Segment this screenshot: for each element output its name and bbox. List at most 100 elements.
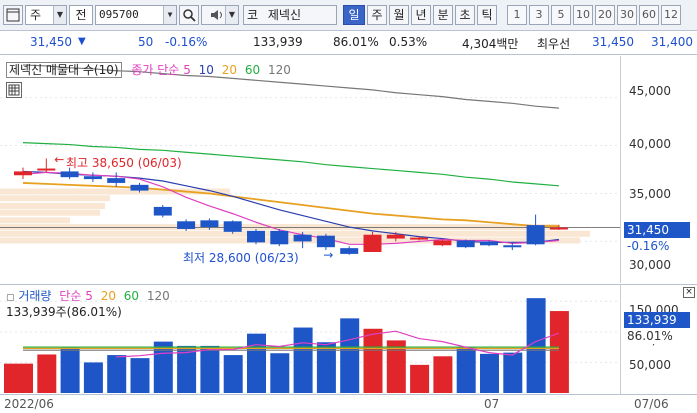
interval-button-5[interactable]: 5 xyxy=(551,5,571,25)
vol-ma60-legend[interactable]: 60 xyxy=(124,289,139,303)
search-button[interactable] xyxy=(179,5,199,25)
market-label: 주 xyxy=(30,8,42,22)
candle-body xyxy=(480,241,498,246)
period-tab-5[interactable]: 초 xyxy=(455,5,475,25)
candle-body xyxy=(293,234,312,242)
stock-name: 제넥신 xyxy=(267,8,301,22)
interval-button-3[interactable]: 3 xyxy=(529,5,549,25)
interval-button-30[interactable]: 30 xyxy=(617,5,637,25)
period-tab-label: 주 xyxy=(371,8,383,22)
ma10-legend[interactable]: 10 xyxy=(199,63,214,77)
volume-profile-bar xyxy=(0,217,70,224)
candle-body xyxy=(130,184,149,191)
quote-bar: 31,450 ▼ 50 -0.16% 133,939 86.01% 0.53% … xyxy=(0,31,697,55)
volume-profile-bar xyxy=(0,195,110,202)
volume-profile-legend[interactable]: 제넥신 매물대 수(10) xyxy=(6,62,122,78)
volume-bar xyxy=(37,354,57,393)
interval-label: 20 xyxy=(598,8,612,21)
type-label: 전 xyxy=(75,8,87,22)
volume-bar xyxy=(549,311,569,393)
volume-bar xyxy=(60,347,80,393)
candle-body xyxy=(549,227,568,230)
ma20-legend[interactable]: 20 xyxy=(222,63,237,77)
market-select[interactable]: 주 ▼ xyxy=(25,5,67,25)
interval-button-1[interactable]: 1 xyxy=(507,5,527,25)
sound-button[interactable]: ▼ xyxy=(201,5,239,25)
volume-legend-title[interactable]: 거래량 xyxy=(18,289,51,303)
interval-button-12[interactable]: 12 xyxy=(661,5,681,25)
date-axis[interactable]: 2022/06 07 07/06 xyxy=(0,394,697,413)
candle-body xyxy=(386,234,405,239)
volume-bar xyxy=(456,347,476,393)
candle-body xyxy=(433,240,452,246)
close-icon[interactable]: × xyxy=(683,287,695,298)
candle-body xyxy=(60,171,79,178)
volume-bar xyxy=(200,345,220,393)
ma-legend-label[interactable]: 종가 단순 xyxy=(131,63,179,77)
period-tab-label: 분 xyxy=(437,8,449,22)
ma120-legend[interactable]: 120 xyxy=(268,63,291,77)
vol-ma120-legend[interactable]: 120 xyxy=(147,289,170,303)
best-quote-label: 최우선 xyxy=(537,37,571,51)
ask-price: 31,450 xyxy=(592,35,634,49)
candle-body xyxy=(363,234,382,252)
volume-bar xyxy=(363,328,383,393)
volume-value: 133,939 xyxy=(253,35,303,49)
period-tab-label: 일 xyxy=(348,8,360,22)
volume-info: 133,939주(86.01%) xyxy=(6,305,122,319)
exchange-label: 코 xyxy=(247,8,259,22)
table-icon xyxy=(8,84,20,96)
period-tab-6[interactable]: 틱 xyxy=(477,5,497,25)
candle-body xyxy=(316,235,335,248)
candle-body xyxy=(153,206,172,216)
interval-label: 1 xyxy=(513,8,521,21)
period-tab-4[interactable]: 분 xyxy=(433,5,453,25)
interval-button-10[interactable]: 10 xyxy=(573,5,593,25)
period-tab-label: 년 xyxy=(415,8,427,22)
candle-body xyxy=(247,230,265,243)
interval-label: 30 xyxy=(620,8,634,21)
period-tab-label: 틱 xyxy=(481,8,493,22)
ma5-legend[interactable]: 5 xyxy=(183,63,191,77)
stock-name-field[interactable]: 코 제넥신 xyxy=(243,5,337,25)
ma60-legend[interactable]: 60 xyxy=(245,63,260,77)
interval-label: 5 xyxy=(557,8,565,21)
price-legend: 제넥신 매물대 수(10) 종가 단순 5 10 20 60 120 xyxy=(6,61,291,78)
type-button[interactable]: 전 xyxy=(69,5,93,25)
volume-bar xyxy=(503,352,523,393)
window-icon[interactable] xyxy=(3,5,23,25)
candle-body xyxy=(177,221,196,229)
period-tab-label: 초 xyxy=(459,8,471,22)
down-arrow-icon: ▼ xyxy=(78,36,86,47)
period-tab-0[interactable]: 일 xyxy=(343,5,365,25)
vol-ma20-legend[interactable]: 20 xyxy=(101,289,116,303)
interval-button-20[interactable]: 20 xyxy=(595,5,615,25)
current-price: 31,450 xyxy=(30,35,72,49)
volume-bar xyxy=(83,362,103,393)
candle-body xyxy=(223,221,242,232)
period-tab-2[interactable]: 월 xyxy=(389,5,409,25)
volume-ratio-tag: 86.01% xyxy=(624,328,690,344)
period-tab-1[interactable]: 주 xyxy=(367,5,387,25)
turnover-pct: 0.53% xyxy=(389,35,428,49)
date-label: 2022/06 xyxy=(4,397,54,411)
price-change: 50 xyxy=(138,35,154,49)
period-tab-label: 월 xyxy=(393,8,405,22)
grid-toggle-icon[interactable] xyxy=(6,82,22,98)
volume-ma-label[interactable]: 단순 xyxy=(59,289,81,303)
interval-button-60[interactable]: 60 xyxy=(639,5,659,25)
vol-ma5-line xyxy=(116,330,560,358)
vol-ma5-legend[interactable]: 5 xyxy=(85,289,93,303)
candle-body xyxy=(107,178,126,183)
low-arrow-icon: → xyxy=(323,248,333,262)
period-tab-3[interactable]: 년 xyxy=(411,5,431,25)
y-tick: 35,000 xyxy=(629,187,671,201)
volume-bar xyxy=(433,356,453,393)
volume-bar xyxy=(340,318,360,393)
volume-ratio: 86.01% xyxy=(333,35,379,49)
volume-profile-bar xyxy=(0,224,560,231)
volume-profile-bar xyxy=(0,202,105,209)
y-tick: 50,000 xyxy=(629,358,671,372)
candle-body xyxy=(526,225,545,245)
stock-code-input[interactable]: 095700 ▼ xyxy=(95,5,177,25)
